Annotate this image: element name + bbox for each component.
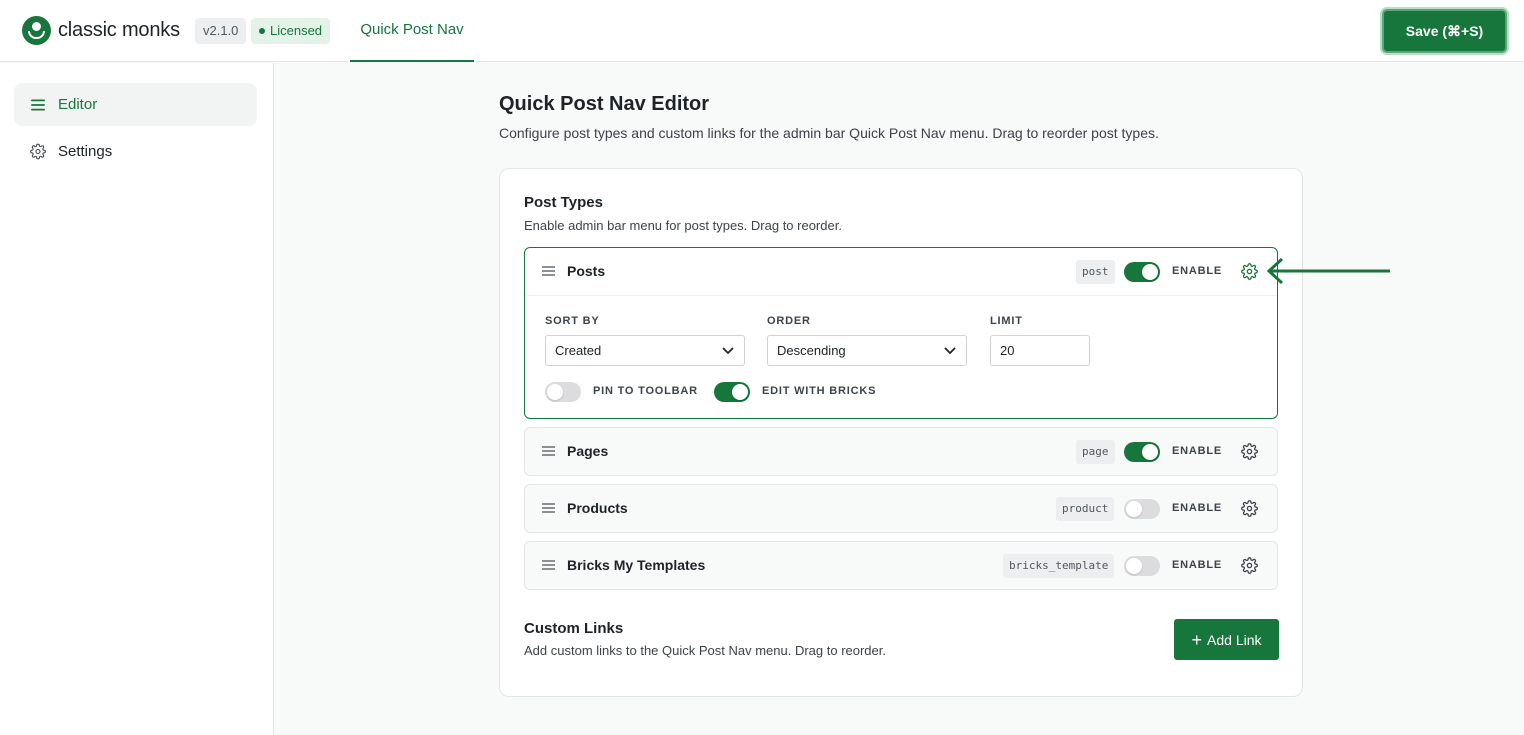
post-type-name: Posts bbox=[567, 263, 606, 279]
row-header: Pages page ENABLE bbox=[525, 428, 1277, 475]
sort-by-label: SORT BY bbox=[545, 315, 600, 327]
post-type-name: Pages bbox=[567, 443, 609, 459]
sidebar-item-label: Editor bbox=[58, 96, 98, 113]
post-type-row-pages[interactable]: Pages page ENABLE bbox=[524, 427, 1278, 476]
post-type-row-products[interactable]: Products product ENABLE bbox=[524, 484, 1278, 533]
edit-with-bricks-label: EDIT WITH BRICKS bbox=[762, 385, 877, 397]
plus-icon: + bbox=[1191, 629, 1203, 650]
chevron-down-icon bbox=[722, 347, 734, 355]
edit-with-bricks-toggle[interactable] bbox=[714, 382, 750, 402]
post-type-slug: product bbox=[1056, 497, 1115, 521]
editor-card: Post Types Enable admin bar menu for pos… bbox=[499, 168, 1303, 697]
license-status: Licensed bbox=[270, 23, 323, 38]
enable-toggle[interactable] bbox=[1124, 262, 1160, 282]
sidebar-item-settings[interactable]: Settings bbox=[14, 130, 257, 173]
limit-input[interactable] bbox=[990, 335, 1090, 366]
version-badge: v2.1.0 bbox=[195, 18, 247, 44]
enable-label: ENABLE bbox=[1172, 445, 1223, 457]
settings-gear-icon[interactable] bbox=[1241, 500, 1258, 517]
custom-links-title: Custom Links bbox=[524, 620, 624, 637]
drag-handle-icon[interactable] bbox=[542, 446, 555, 456]
post-type-settings: SORT BY Created ORDER Descending LIMIT P… bbox=[525, 295, 1277, 417]
sidebar: Editor Settings bbox=[0, 63, 274, 735]
license-badge: Licensed bbox=[251, 18, 331, 44]
custom-links-description: Add custom links to the Quick Post Nav m… bbox=[524, 643, 886, 658]
row-header: Posts post ENABLE bbox=[525, 248, 1277, 295]
arrow-left-icon bbox=[1266, 257, 1390, 285]
post-type-name: Bricks My Templates bbox=[567, 557, 706, 573]
top-header: classic monks v2.1.0 Licensed Quick Post… bbox=[0, 0, 1524, 62]
drag-handle-icon[interactable] bbox=[542, 503, 555, 513]
order-value: Descending bbox=[777, 343, 846, 358]
add-link-label: Add Link bbox=[1207, 631, 1262, 648]
logo-icon bbox=[22, 16, 51, 45]
tab-quick-post-nav[interactable]: Quick Post Nav bbox=[350, 0, 474, 62]
post-type-row-posts[interactable]: Posts post ENABLE SORT BY Created ORDER … bbox=[524, 247, 1278, 419]
brand-logo[interactable]: classic monks bbox=[22, 16, 180, 45]
enable-label: ENABLE bbox=[1172, 502, 1223, 514]
add-link-button[interactable]: + Add Link bbox=[1174, 619, 1279, 660]
page-title: Quick Post Nav Editor bbox=[499, 93, 710, 115]
row-header: Products product ENABLE bbox=[525, 485, 1277, 532]
enable-label: ENABLE bbox=[1172, 559, 1223, 571]
order-select[interactable]: Descending bbox=[767, 335, 967, 366]
sidebar-item-editor[interactable]: Editor bbox=[14, 83, 257, 126]
settings-gear-icon[interactable] bbox=[1241, 443, 1258, 460]
chevron-down-icon bbox=[944, 347, 956, 355]
drag-handle-icon[interactable] bbox=[542, 266, 555, 276]
save-button[interactable]: Save (⌘+S) bbox=[1382, 9, 1507, 53]
post-types-description: Enable admin bar menu for post types. Dr… bbox=[524, 218, 842, 233]
post-types-title: Post Types bbox=[524, 194, 603, 211]
pin-to-toolbar-label: PIN TO TOOLBAR bbox=[593, 385, 698, 397]
sort-by-value: Created bbox=[555, 343, 602, 358]
enable-toggle[interactable] bbox=[1124, 499, 1160, 519]
settings-gear-icon[interactable] bbox=[1241, 263, 1258, 280]
post-type-row-bricks-templates[interactable]: Bricks My Templates bricks_template ENAB… bbox=[524, 541, 1278, 590]
enable-toggle[interactable] bbox=[1124, 556, 1160, 576]
status-dot-icon bbox=[259, 28, 265, 34]
pin-to-toolbar-toggle[interactable] bbox=[545, 382, 581, 402]
drag-handle-icon[interactable] bbox=[542, 560, 555, 570]
post-type-slug: page bbox=[1076, 440, 1115, 464]
gear-icon bbox=[30, 143, 46, 160]
post-type-slug: bricks_template bbox=[1003, 554, 1115, 578]
brand-name: classic monks bbox=[58, 19, 180, 41]
sort-by-select[interactable]: Created bbox=[545, 335, 745, 366]
settings-gear-icon[interactable] bbox=[1241, 557, 1258, 574]
order-label: ORDER bbox=[767, 315, 811, 327]
enable-label: ENABLE bbox=[1172, 265, 1223, 277]
limit-label: LIMIT bbox=[990, 315, 1023, 327]
row-header: Bricks My Templates bricks_template ENAB… bbox=[525, 542, 1277, 589]
post-type-slug: post bbox=[1076, 260, 1115, 284]
page-description: Configure post types and custom links fo… bbox=[499, 125, 1159, 141]
post-type-name: Products bbox=[567, 500, 628, 516]
sidebar-item-label: Settings bbox=[58, 143, 113, 160]
menu-icon bbox=[30, 97, 46, 113]
enable-toggle[interactable] bbox=[1124, 442, 1160, 462]
